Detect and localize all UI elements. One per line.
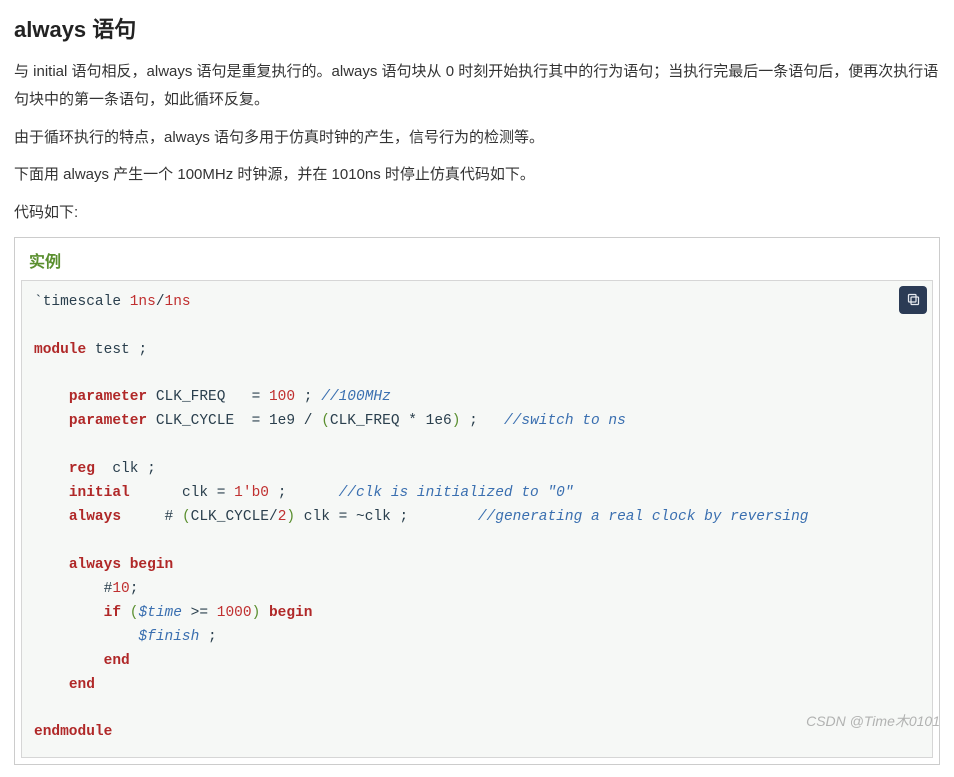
code-token: 1e9 [269, 413, 295, 429]
code-token: ) [252, 605, 261, 621]
code-token: clk [182, 485, 208, 501]
code-token: ; [278, 485, 287, 501]
code-token: CLK_CYCLE [156, 413, 234, 429]
code-token: ; [304, 389, 313, 405]
code-token: ; [147, 461, 156, 477]
code-token: ( [182, 509, 191, 525]
code-token: ; [400, 509, 409, 525]
code-token: clk [304, 509, 330, 525]
code-token: clk [112, 461, 138, 477]
code-block[interactable]: `timescale 1ns/1ns module test ; paramet… [21, 280, 933, 759]
code-token: 1000 [217, 605, 252, 621]
example-label: 实例 [15, 238, 939, 280]
paragraph: 与 initial 语句相反，always 语句是重复执行的。always 语句… [14, 58, 940, 114]
code-token: # [165, 509, 174, 525]
code-token: //generating a real clock by reversing [478, 509, 809, 525]
code-token: //clk is initialized to "0" [339, 485, 574, 501]
paragraph: 下面用 always 产生一个 100MHz 时钟源，并在 1010ns 时停止… [14, 161, 940, 189]
code-token: / [304, 413, 313, 429]
code-token: begin [130, 557, 174, 573]
code-token: parameter [69, 413, 147, 429]
code-token: = [252, 413, 261, 429]
paragraph: 代码如下: [14, 199, 940, 227]
code-token: 1ns [165, 294, 191, 310]
code-token: always [69, 557, 121, 573]
code-token: ~ [356, 509, 365, 525]
code-token: test [95, 342, 130, 358]
example-box: 实例 `timescale 1ns/1ns module test ; para… [14, 237, 940, 766]
code-token: ) [286, 509, 295, 525]
code-token: endmodule [34, 724, 112, 740]
code-token: end [69, 677, 95, 693]
code-token: 10 [112, 581, 129, 597]
code-token: begin [269, 605, 313, 621]
copy-button[interactable] [899, 286, 927, 314]
code-token: 1ns [130, 294, 156, 310]
code-token: / [269, 509, 278, 525]
code-token: / [156, 294, 165, 310]
code-token: = [339, 509, 348, 525]
code-token: 100 [269, 389, 295, 405]
code-token: 1e6 [426, 413, 452, 429]
section-heading: always 语句 [14, 12, 940, 44]
code-token: initial [69, 485, 130, 501]
code-token: = [252, 389, 261, 405]
code-token: clk [365, 509, 391, 525]
code-token: ; [130, 581, 139, 597]
code-token: ) [452, 413, 461, 429]
code-token: ; [138, 342, 147, 358]
code-token: module [34, 342, 86, 358]
code-token: CLK_FREQ [330, 413, 400, 429]
code-token: //switch to ns [504, 413, 626, 429]
code-token: $time [138, 605, 182, 621]
code-token: parameter [69, 389, 147, 405]
paragraph: 由于循环执行的特点，always 语句多用于仿真时钟的产生，信号行为的检测等。 [14, 124, 940, 152]
code-token: if [104, 605, 121, 621]
code-token: end [104, 653, 130, 669]
code-token: * [408, 413, 417, 429]
code-container: `timescale 1ns/1ns module test ; paramet… [21, 280, 933, 759]
code-token: = [217, 485, 226, 501]
code-token: >= [191, 605, 208, 621]
code-token: ; [208, 629, 217, 645]
code-token: 1'b0 [234, 485, 269, 501]
code-token: $finish [138, 629, 199, 645]
code-token: reg [69, 461, 95, 477]
code-token: `timescale [34, 294, 121, 310]
code-token: //100MHz [321, 389, 391, 405]
code-token: ; [469, 413, 478, 429]
code-token: CLK_FREQ [156, 389, 226, 405]
code-token: always [69, 509, 121, 525]
code-token: ( [321, 413, 330, 429]
copy-icon [906, 292, 921, 307]
code-token: CLK_CYCLE [191, 509, 269, 525]
